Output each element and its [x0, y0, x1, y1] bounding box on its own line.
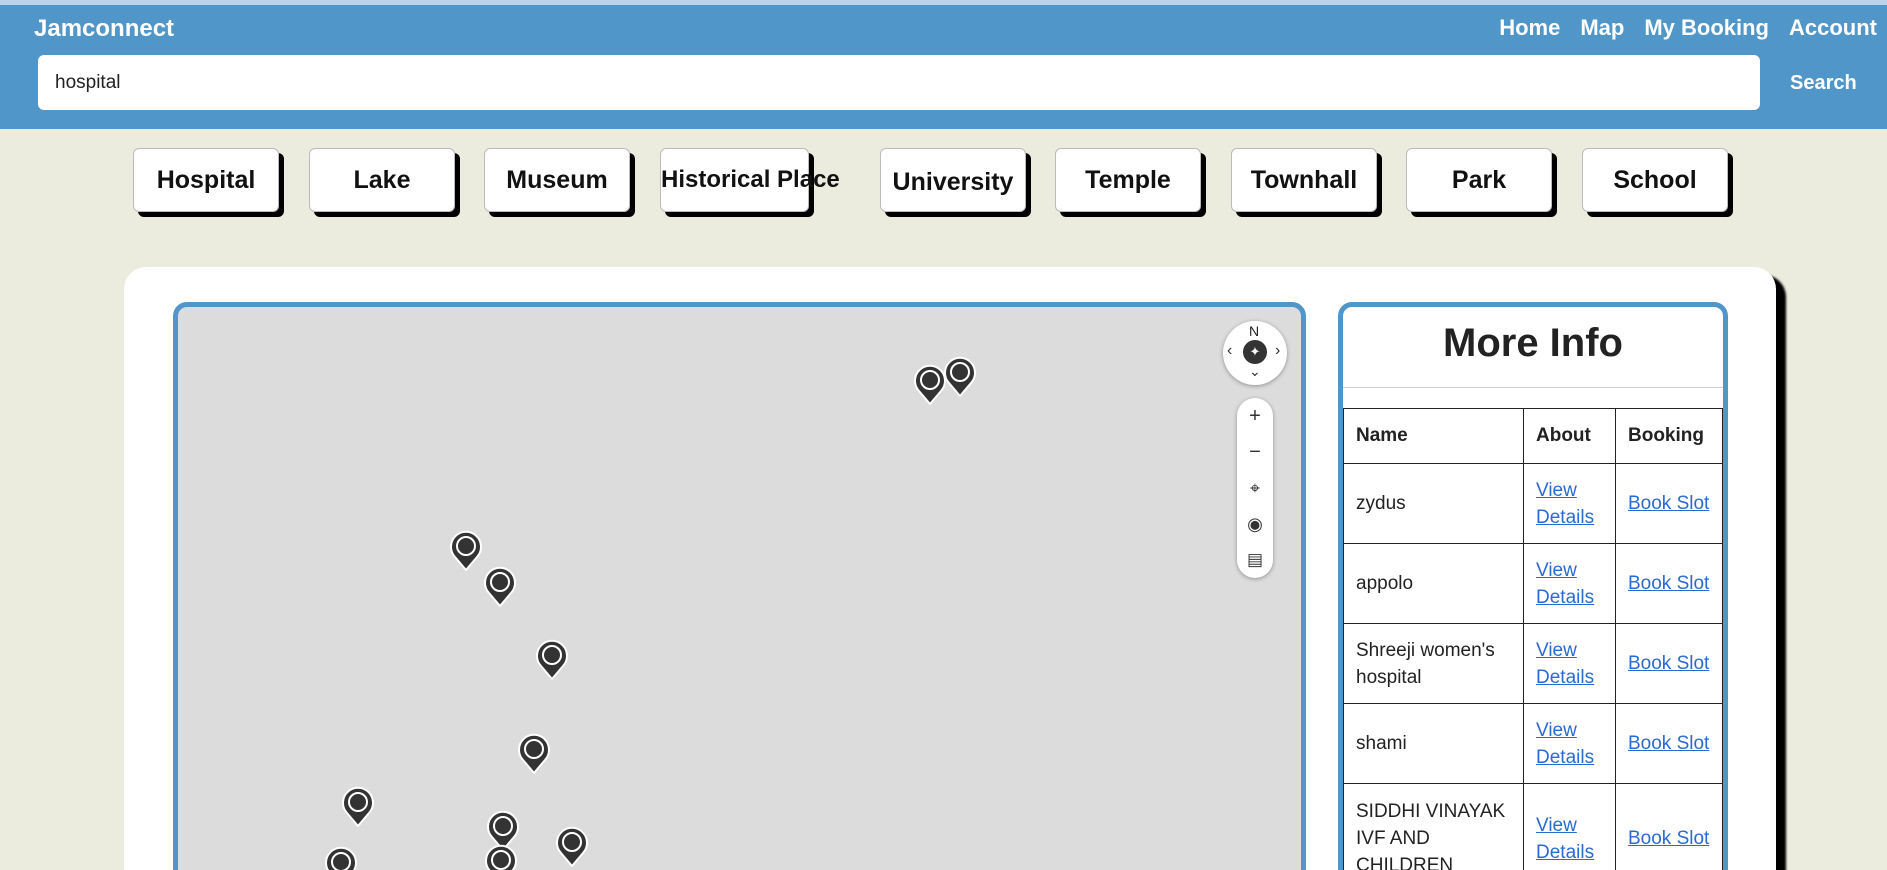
traffic-icon[interactable]: ▤	[1237, 542, 1273, 578]
book-slot-link[interactable]: Book Slot	[1628, 733, 1709, 754]
place-name: shami	[1343, 703, 1524, 784]
category-school-button[interactable]: School	[1582, 148, 1728, 212]
book-slot-cell: Book Slot	[1615, 543, 1723, 624]
category-park-button[interactable]: Park	[1406, 148, 1552, 212]
nav-account[interactable]: Account	[1789, 15, 1877, 41]
more-info-title: More Info	[1443, 321, 1623, 365]
book-slot-cell: Book Slot	[1615, 623, 1723, 704]
category-university-button[interactable]: University	[880, 148, 1026, 212]
category-lake-button[interactable]: Lake	[309, 148, 455, 212]
table-row: shami View Details Book Slot	[1343, 703, 1723, 784]
nav-home[interactable]: Home	[1499, 15, 1560, 41]
view-details-link[interactable]: View Details	[1536, 720, 1594, 768]
compass-north-label: N	[1249, 323, 1260, 339]
nav-map[interactable]: Map	[1580, 15, 1624, 41]
table-row: appolo View Details Book Slot	[1343, 543, 1723, 624]
column-header-about: About	[1523, 408, 1616, 464]
place-name: zydus	[1343, 463, 1524, 544]
view-details-cell: View Details	[1523, 463, 1616, 544]
rotate-right-icon[interactable]: ›	[1275, 342, 1280, 360]
compass-reset-icon[interactable]: ✦	[1243, 340, 1267, 364]
view-details-cell: View Details	[1523, 543, 1616, 624]
map-marker-icon[interactable]	[517, 732, 551, 774]
map-view[interactable]	[173, 302, 1306, 870]
compass-control[interactable]: N ‹ › ✦ ⌄	[1223, 321, 1287, 385]
category-historical-place-button[interactable]: Historical Place	[660, 148, 840, 212]
book-slot-cell: Book Slot	[1615, 783, 1723, 870]
map-marker-icon[interactable]	[555, 825, 589, 867]
globe-icon[interactable]: ◉	[1237, 506, 1273, 542]
map-marker-icon[interactable]	[449, 529, 483, 571]
map-marker-icon[interactable]	[943, 355, 977, 397]
category-temple-button[interactable]: Temple	[1055, 148, 1201, 212]
book-slot-link[interactable]: Book Slot	[1628, 493, 1709, 514]
category-hospital-button[interactable]: Hospital	[133, 148, 279, 212]
rotate-left-icon[interactable]: ‹	[1227, 342, 1232, 360]
zoom-in-icon[interactable]: +	[1237, 398, 1273, 434]
view-details-link[interactable]: View Details	[1536, 560, 1594, 608]
map-marker-icon[interactable]	[324, 845, 358, 870]
tilt-down-icon[interactable]: ⌄	[1249, 363, 1261, 380]
book-slot-link[interactable]: Book Slot	[1628, 653, 1709, 674]
book-slot-cell: Book Slot	[1615, 703, 1723, 784]
view-details-cell: View Details	[1523, 783, 1616, 870]
place-name: SIDDHI VINAYAK IVF AND CHILDREN	[1343, 783, 1524, 870]
category-townhall-button[interactable]: Townhall	[1231, 148, 1377, 212]
place-name: Shreeji women's hospital	[1343, 623, 1524, 704]
column-header-booking: Booking	[1615, 408, 1723, 464]
map-marker-icon[interactable]	[913, 363, 947, 405]
zoom-out-icon[interactable]: −	[1237, 434, 1273, 470]
table-header-row: Name About Booking	[1343, 408, 1723, 464]
search-button[interactable]: Search	[1790, 72, 1857, 95]
more-info-panel: More Info Name About Booking zydus View …	[1338, 302, 1728, 870]
view-details-cell: View Details	[1523, 623, 1616, 704]
view-details-link[interactable]: View Details	[1536, 480, 1594, 528]
table-row: zydus View Details Book Slot	[1343, 463, 1723, 544]
main-nav: Home Map My Booking Account	[1499, 15, 1877, 41]
places-table: Name About Booking zydus View Details Bo…	[1343, 408, 1723, 870]
map-marker-icon[interactable]	[341, 785, 375, 827]
nav-my-booking[interactable]: My Booking	[1644, 15, 1769, 41]
book-slot-link[interactable]: Book Slot	[1628, 573, 1709, 594]
book-slot-cell: Book Slot	[1615, 463, 1723, 544]
map-zoom-controls: + − ⌖ ◉ ▤	[1237, 398, 1273, 578]
divider	[1343, 387, 1723, 388]
brand-logo[interactable]: Jamconnect	[34, 15, 174, 43]
place-name: appolo	[1343, 543, 1524, 624]
category-museum-button[interactable]: Museum	[484, 148, 630, 212]
table-row: SIDDHI VINAYAK IVF AND CHILDREN View Det…	[1343, 783, 1723, 870]
locate-me-icon[interactable]: ⌖	[1237, 470, 1273, 506]
map-marker-icon[interactable]	[484, 843, 518, 870]
view-details-link[interactable]: View Details	[1536, 815, 1594, 863]
map-marker-icon[interactable]	[535, 638, 569, 680]
view-details-cell: View Details	[1523, 703, 1616, 784]
book-slot-link[interactable]: Book Slot	[1628, 828, 1709, 849]
search-input[interactable]	[38, 55, 1760, 110]
map-marker-icon[interactable]	[483, 565, 517, 607]
view-details-link[interactable]: View Details	[1536, 640, 1594, 688]
header: Jamconnect Home Map My Booking Account S…	[0, 5, 1887, 129]
table-row: Shreeji women's hospital View Details Bo…	[1343, 623, 1723, 704]
column-header-name: Name	[1343, 408, 1524, 464]
